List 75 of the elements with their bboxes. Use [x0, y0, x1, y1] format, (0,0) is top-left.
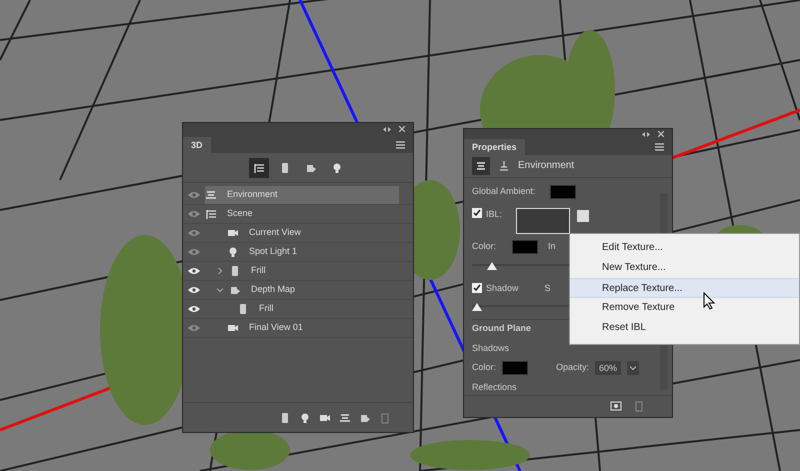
slider-thumb[interactable] — [472, 303, 482, 312]
close-icon[interactable] — [658, 131, 664, 138]
render-icon[interactable] — [610, 400, 622, 412]
field-label: Opacity: — [556, 361, 590, 374]
light-bulb-icon — [331, 162, 343, 174]
dropdown-button[interactable] — [627, 361, 640, 376]
field-label: Color: — [472, 361, 496, 374]
color-swatch[interactable] — [512, 240, 538, 254]
slider-thumb[interactable] — [487, 262, 498, 270]
mesh-icon[interactable] — [279, 412, 291, 424]
chevron-down-icon[interactable] — [217, 287, 223, 293]
field-label: Shadow — [486, 282, 519, 295]
section-title: Environment — [518, 159, 574, 174]
layer-name: Current View — [249, 226, 301, 240]
field-label: IBL: — [486, 208, 502, 221]
scene-icon — [253, 162, 265, 174]
light-bulb-icon — [227, 246, 239, 258]
checkbox[interactable] — [472, 283, 482, 294]
layer-name: Frill — [259, 302, 274, 316]
environment-icon[interactable] — [339, 412, 351, 424]
layer-row[interactable]: Final View 01 — [205, 319, 399, 337]
layer-name: Spot Light 1 — [249, 245, 298, 258]
menu-icon[interactable] — [655, 143, 664, 152]
field-label: Reflections — [472, 381, 518, 394]
collapse-icon[interactable] — [383, 126, 391, 132]
environment-icon — [205, 189, 217, 201]
opacity-field[interactable]: 60% — [595, 361, 622, 376]
camera-icon — [227, 227, 239, 239]
layer-row[interactable]: Scene — [205, 205, 399, 223]
field-label: Global Ambient: — [472, 184, 536, 198]
eye-icon[interactable] — [188, 267, 200, 275]
layer-name: Final View 01 — [249, 321, 303, 334]
texture-thumbnail[interactable] — [516, 208, 570, 234]
layer-name: Scene — [227, 207, 253, 220]
color-swatch[interactable] — [502, 361, 528, 376]
camera-icon — [227, 322, 239, 334]
scene-filter-button[interactable] — [249, 158, 269, 178]
light-bulb-icon[interactable] — [299, 412, 311, 424]
layer-name: Depth Map — [251, 283, 296, 296]
close-icon[interactable] — [399, 126, 405, 132]
layer-row[interactable]: Frill — [205, 262, 399, 280]
menu-item[interactable]: New Texture... — [570, 258, 799, 278]
layer-name: Frill — [251, 264, 266, 278]
layer-row[interactable]: Environment — [205, 186, 399, 204]
panel-tab[interactable]: 3D — [183, 137, 211, 153]
layer-name: Environment — [227, 188, 278, 202]
color-swatch[interactable] — [550, 184, 576, 199]
chevron-right-icon[interactable] — [217, 268, 223, 274]
checkbox[interactable] — [472, 208, 482, 218]
field-label: Color: — [472, 240, 496, 253]
field-label: In — [548, 240, 556, 253]
mesh-icon — [237, 303, 249, 315]
eye-icon[interactable] — [188, 305, 200, 313]
menu-icon[interactable] — [396, 141, 405, 149]
menu-item[interactable]: Edit Texture... — [570, 238, 799, 258]
texture-menu-icon[interactable] — [577, 210, 590, 222]
caret-icon — [630, 366, 636, 370]
scene-icon — [205, 208, 217, 220]
panel-tab[interactable]: Properties — [464, 139, 525, 156]
environment-icon[interactable] — [472, 156, 490, 175]
material-icon — [229, 284, 241, 296]
cursor-icon — [703, 292, 715, 310]
field-label: S — [544, 282, 551, 295]
field-label: Shadows — [472, 342, 510, 355]
mesh-icon — [229, 265, 241, 277]
light-icon[interactable] — [498, 160, 510, 172]
layer-row[interactable]: Current View — [205, 224, 399, 242]
eye-icon[interactable] — [188, 286, 200, 294]
mesh-icon — [279, 162, 291, 174]
menu-item[interactable]: Replace Texture... — [570, 278, 799, 298]
layer-row[interactable]: Frill — [205, 300, 399, 318]
layer-row[interactable]: Spot Light 1 — [205, 243, 399, 261]
menu-item[interactable]: Remove Texture — [570, 298, 799, 318]
layer-row[interactable]: Depth Map — [205, 281, 399, 299]
collapse-icon[interactable] — [642, 132, 650, 137]
